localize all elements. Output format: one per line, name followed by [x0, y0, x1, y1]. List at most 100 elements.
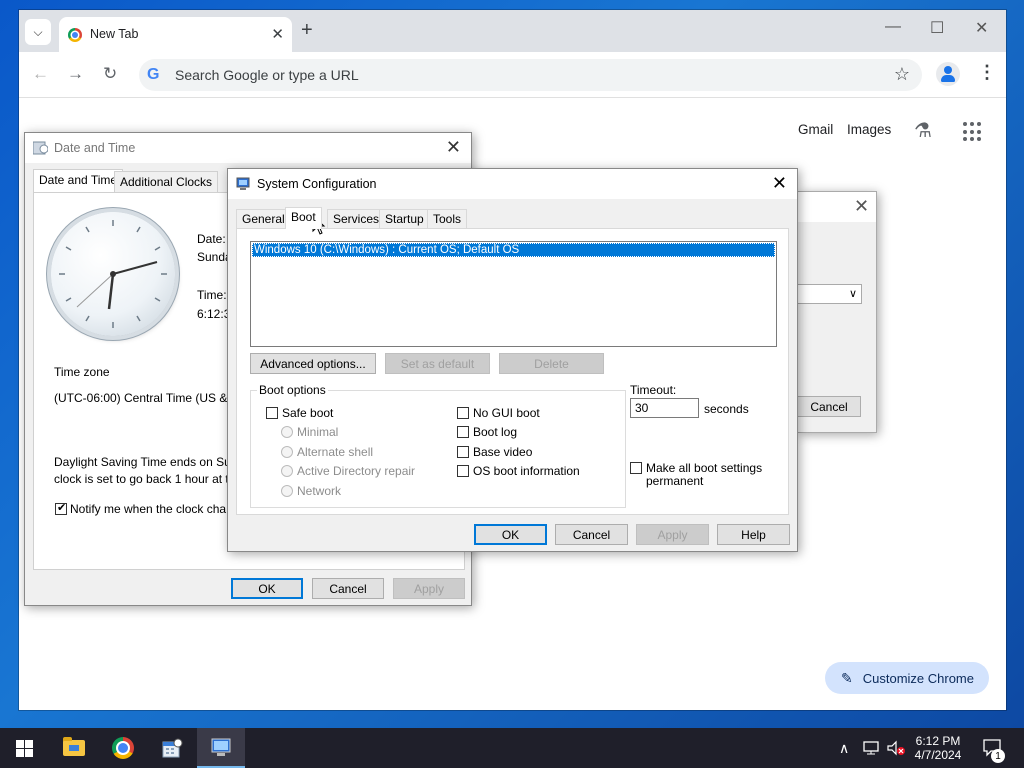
- date-time-apply-button[interactable]: Apply: [393, 578, 465, 599]
- menu-icon[interactable]: ⋮: [978, 62, 996, 83]
- reload-icon[interactable]: ↻: [103, 64, 117, 84]
- make-permanent-label-line2: permanent: [646, 474, 704, 488]
- sysconfig-title: System Configuration: [257, 177, 377, 191]
- alternate-shell-radio[interactable]: [281, 446, 293, 458]
- network-label: Network: [297, 484, 342, 498]
- close-icon[interactable]: ✕: [446, 137, 461, 158]
- new-tab-button[interactable]: +: [301, 20, 313, 40]
- timeout-input[interactable]: [630, 398, 699, 418]
- safe-boot-label: Safe boot: [282, 406, 334, 420]
- minimal-label: Minimal: [297, 425, 339, 439]
- date-time-titlebar: Date and Time ✕: [25, 133, 471, 163]
- tab-startup[interactable]: Startup: [379, 209, 430, 228]
- timezone-value: (UTC-06:00) Central Time (US & C: [54, 391, 240, 405]
- os-boot-info-checkbox[interactable]: [457, 465, 469, 477]
- tab-services[interactable]: Services: [327, 209, 386, 228]
- sysconfig-titlebar: System Configuration ✕: [228, 169, 797, 199]
- boot-entry[interactable]: Windows 10 (C:\Windows) : Current OS; De…: [252, 243, 775, 257]
- tab-tools[interactable]: Tools: [427, 209, 468, 228]
- background-cancel-button[interactable]: Cancel: [798, 396, 861, 417]
- analog-clock: [51, 212, 175, 336]
- advanced-options-button[interactable]: Advanced options...: [250, 353, 376, 374]
- omnibox-placeholder: Search Google or type a URL: [175, 67, 359, 83]
- tray-clock[interactable]: 6:12 PM 4/7/2024: [912, 728, 964, 768]
- tab-boot[interactable]: Boot: [285, 207, 322, 229]
- bookmark-star-icon[interactable]: ☆: [894, 64, 910, 85]
- delete-button[interactable]: Delete: [499, 353, 604, 374]
- minimal-radio[interactable]: [281, 426, 293, 438]
- date-time-app-icon: [33, 141, 48, 155]
- apps-icon[interactable]: [963, 122, 983, 142]
- sysconfig-apply-button[interactable]: Apply: [636, 524, 709, 545]
- network-icon[interactable]: [862, 728, 880, 768]
- back-icon[interactable]: ←: [32, 64, 49, 84]
- ad-repair-label: Active Directory repair: [297, 464, 416, 478]
- tab-search-icon[interactable]: ⌵: [25, 19, 51, 45]
- forward-icon[interactable]: →: [67, 64, 84, 84]
- notify-label: Notify me when the clock cha: [70, 502, 227, 516]
- clock-time: 6:12 PM: [915, 734, 961, 748]
- date-time-ok-button[interactable]: OK: [231, 578, 303, 599]
- tray-overflow-icon[interactable]: ∧: [839, 728, 849, 768]
- tab-additional-clocks[interactable]: Additional Clocks: [114, 171, 219, 193]
- windows-logo-icon: [15, 739, 33, 757]
- chrome-tab-title: New Tab: [90, 27, 139, 41]
- clock-date: 4/7/2024: [914, 748, 962, 762]
- boot-log-checkbox[interactable]: [457, 426, 469, 438]
- volume-muted-icon[interactable]: [886, 728, 906, 768]
- close-icon[interactable]: ✕: [772, 173, 787, 194]
- date-time-cancel-button[interactable]: Cancel: [312, 578, 384, 599]
- start-button[interactable]: [0, 728, 48, 768]
- boot-options-group: Boot options Safe boot Minimal Alternate…: [250, 383, 626, 508]
- taskbar-control-panel[interactable]: [148, 728, 196, 768]
- system-configuration-dialog: System Configuration ✕ General Boot Serv…: [227, 168, 798, 552]
- boot-log-label: Boot log: [473, 425, 518, 439]
- no-gui-boot-label: No GUI boot: [473, 406, 540, 420]
- customize-chrome-button[interactable]: ✎ Customize Chrome: [825, 662, 989, 694]
- gmail-link[interactable]: Gmail: [798, 122, 833, 137]
- sysconfig-help-button[interactable]: Help: [717, 524, 790, 545]
- background-dropdown[interactable]: ∨: [798, 284, 862, 304]
- msconfig-app-icon: [236, 177, 250, 190]
- notify-checkbox[interactable]: [55, 501, 67, 515]
- set-as-default-button[interactable]: Set as default: [385, 353, 490, 374]
- images-link[interactable]: Images: [847, 122, 891, 137]
- safe-boot-checkbox[interactable]: [266, 407, 278, 419]
- chevron-down-icon: ∨: [848, 288, 857, 300]
- dst-text-line2: clock is set to go back 1 hour at th: [54, 472, 236, 486]
- date-label: Date:: [197, 232, 226, 246]
- taskbar-system-configuration[interactable]: [197, 728, 245, 768]
- base-video-checkbox[interactable]: [457, 446, 469, 458]
- chrome-tab-strip: ⌵ New Tab ✕ + — ☐ ✕: [19, 10, 1006, 52]
- msconfig-icon: [211, 738, 231, 756]
- close-window-icon[interactable]: ✕: [975, 18, 988, 38]
- make-permanent-checkbox[interactable]: [630, 462, 642, 474]
- omnibox[interactable]: G Search Google or type a URL ☆: [139, 59, 922, 91]
- notification-count-badge: 1: [991, 749, 1005, 763]
- make-permanent-label-line1: Make all boot settings: [646, 461, 763, 475]
- minimize-icon[interactable]: —: [885, 18, 901, 36]
- taskbar-chrome[interactable]: [99, 728, 147, 768]
- dst-text-line1: Daylight Saving Time ends on Sur: [54, 455, 235, 469]
- tab-close-icon[interactable]: ✕: [271, 25, 284, 43]
- tab-general[interactable]: General: [236, 209, 291, 228]
- ad-repair-radio[interactable]: [281, 465, 293, 477]
- boot-entries-list[interactable]: Windows 10 (C:\Windows) : Current OS; De…: [250, 241, 777, 347]
- profile-icon[interactable]: [936, 62, 960, 86]
- close-icon[interactable]: ✕: [854, 196, 869, 217]
- file-explorer-icon: [63, 737, 85, 756]
- sysconfig-cancel-button[interactable]: Cancel: [555, 524, 628, 545]
- timezone-label: Time zone: [54, 365, 110, 379]
- sysconfig-ok-button[interactable]: OK: [474, 524, 547, 545]
- notification-center-button[interactable]: 1: [982, 728, 1005, 768]
- chrome-toolbar: ← → ↻ G Search Google or type a URL ☆ ⋮: [19, 52, 1006, 98]
- chrome-tab-new-tab[interactable]: New Tab ✕: [59, 17, 292, 52]
- network-radio[interactable]: [281, 485, 293, 497]
- taskbar-file-explorer[interactable]: [50, 728, 98, 768]
- no-gui-boot-checkbox[interactable]: [457, 407, 469, 419]
- labs-icon[interactable]: ⚗: [914, 118, 932, 143]
- os-boot-info-label: OS boot information: [473, 464, 580, 478]
- maximize-icon[interactable]: ☐: [930, 18, 944, 38]
- tab-date-and-time[interactable]: Date and Time: [33, 169, 124, 193]
- alternate-shell-label: Alternate shell: [297, 445, 374, 459]
